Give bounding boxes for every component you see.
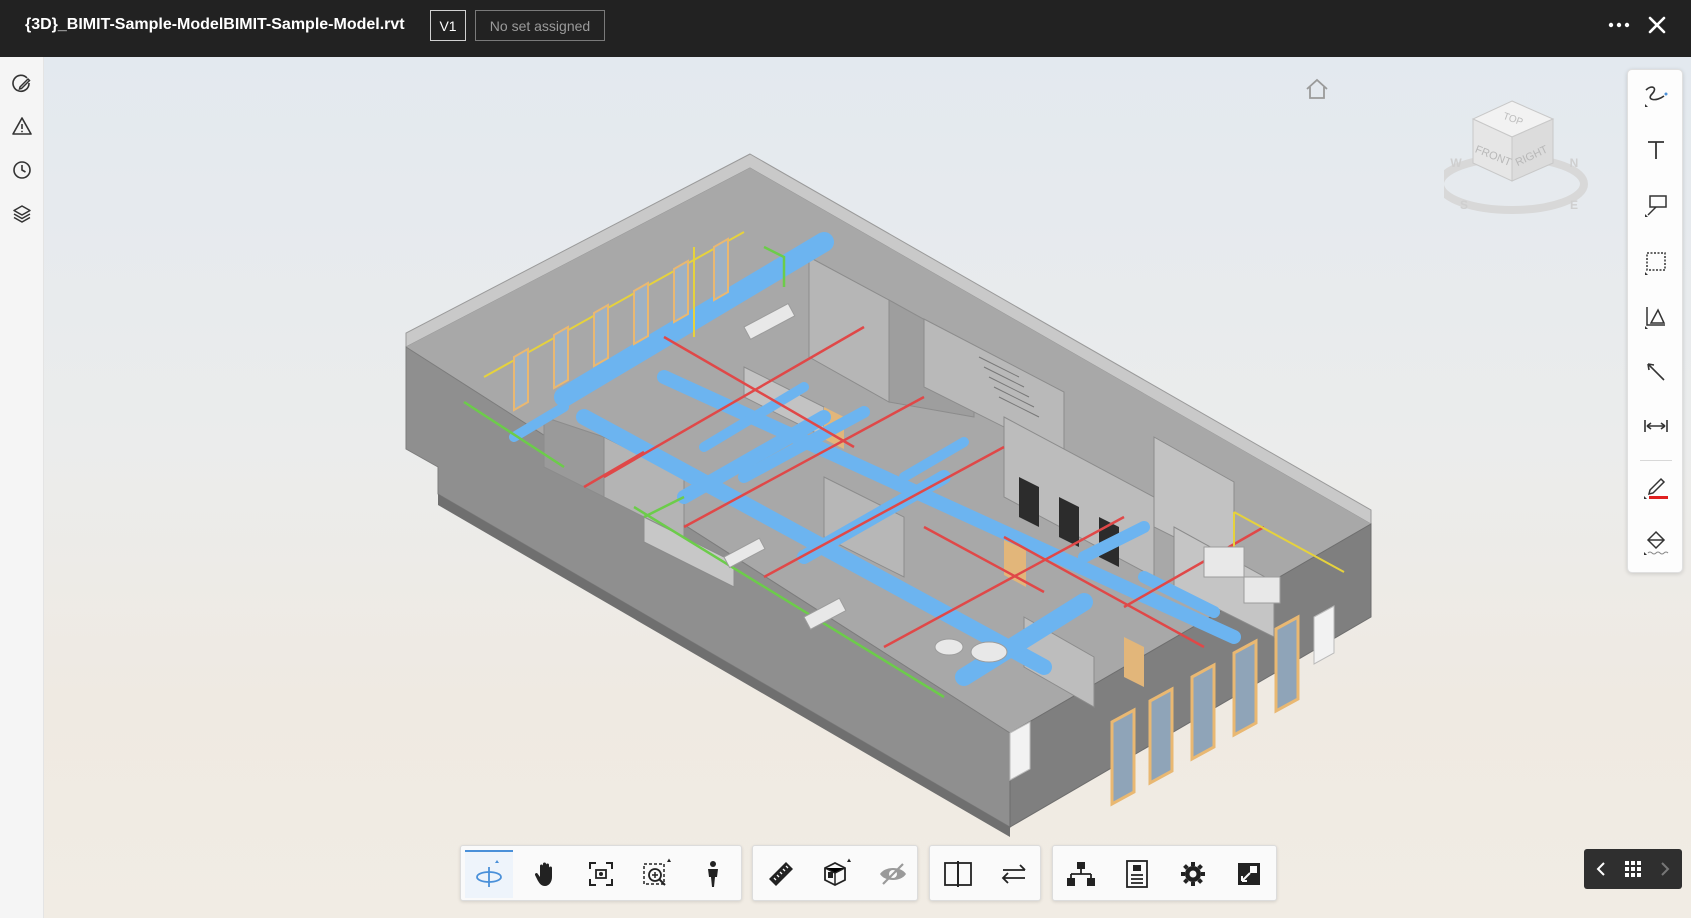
markup-divider [1640, 460, 1672, 461]
hide-objects-icon [880, 863, 906, 885]
sheet-navigator [1584, 849, 1682, 889]
split-view-icon [944, 861, 972, 887]
measure-icon [769, 862, 793, 886]
text-tool-button[interactable] [1638, 132, 1674, 168]
compass-south: S [1460, 198, 1468, 212]
fill-icon [1644, 530, 1669, 555]
zoom-window-icon [643, 858, 671, 886]
fill-button[interactable] [1638, 524, 1674, 560]
compare-button[interactable] [990, 850, 1038, 898]
dimension-icon [1644, 420, 1668, 432]
home-icon [1306, 78, 1328, 99]
orbit-icon [476, 860, 502, 887]
cloud-tool-button[interactable] [1638, 244, 1674, 280]
freehand-pen-icon [1645, 86, 1668, 107]
navigation-toolbar [460, 845, 742, 901]
properties-icon [1126, 860, 1148, 888]
view-cube[interactable]: TOP FRONT RIGHT N S E W [1444, 97, 1594, 217]
polygon-tool-button[interactable] [1638, 298, 1674, 334]
settings-toolbar [1052, 845, 1277, 901]
sheet-grid-button[interactable] [1618, 854, 1648, 884]
arrow-icon [1647, 363, 1665, 381]
markup-toolbar [1627, 69, 1683, 573]
pan-icon [534, 862, 552, 886]
model-viewport[interactable]: TOP FRONT RIGHT N S E W [44, 57, 1691, 918]
section-box-icon [824, 858, 851, 887]
compare-toolbar [929, 845, 1041, 901]
model-browser-button[interactable] [1057, 850, 1105, 898]
home-view-button[interactable] [1302, 75, 1332, 103]
cloud-icon [1645, 252, 1666, 275]
pan-button[interactable] [521, 850, 569, 898]
layers-icon [13, 205, 31, 223]
grid-icon [1625, 861, 1641, 877]
arrow-tool-button[interactable] [1638, 354, 1674, 390]
zoom-window-button[interactable] [633, 850, 681, 898]
previous-sheet-button[interactable] [1586, 854, 1616, 884]
freehand-tool-button[interactable] [1638, 78, 1674, 114]
first-person-button[interactable] [689, 850, 737, 898]
compass-west: W [1450, 156, 1462, 170]
dimension-tool-button[interactable] [1638, 408, 1674, 444]
callout-tool-button[interactable] [1638, 188, 1674, 224]
fit-to-view-button[interactable] [577, 850, 625, 898]
document-title: {3D}_BIMIT-Sample-ModelBIMIT-Sample-Mode… [25, 16, 405, 33]
close-button[interactable] [1644, 12, 1670, 38]
text-icon [1648, 141, 1664, 159]
compare-arrows-icon [1001, 864, 1026, 884]
hide-objects-button[interactable] [869, 850, 917, 898]
settings-gear-icon [1181, 862, 1205, 886]
markup-edit-button[interactable] [9, 71, 35, 97]
orbit-button[interactable] [465, 850, 513, 898]
chevron-right-icon [1661, 862, 1670, 876]
stroke-color-icon [1644, 477, 1668, 499]
measure-toolbar [752, 845, 918, 901]
settings-button[interactable] [1169, 850, 1217, 898]
measure-button[interactable] [757, 850, 805, 898]
markup-edit-icon [12, 74, 31, 93]
fullscreen-icon [1238, 863, 1260, 885]
close-icon [1648, 16, 1666, 34]
chevron-left-icon [1596, 862, 1605, 876]
set-assignment-button[interactable]: No set assigned [475, 10, 605, 41]
properties-button[interactable] [1113, 850, 1161, 898]
first-person-icon [708, 861, 718, 887]
model-browser-icon [1067, 862, 1095, 886]
history-clock-icon [13, 161, 31, 179]
left-rail [0, 57, 44, 918]
section-box-button[interactable] [813, 850, 861, 898]
compass-east: E [1570, 198, 1578, 212]
fullscreen-button[interactable] [1225, 850, 1273, 898]
stroke-color-button[interactable] [1638, 468, 1674, 504]
version-badge[interactable]: V1 [430, 10, 466, 41]
split-view-button[interactable] [934, 850, 982, 898]
warning-icon [12, 117, 32, 135]
next-sheet-button[interactable] [1650, 854, 1680, 884]
top-bar: {3D}_BIMIT-Sample-ModelBIMIT-Sample-Mode… [0, 0, 1691, 57]
compass-north: N [1570, 156, 1579, 170]
history-button[interactable] [9, 157, 35, 183]
callout-icon [1645, 195, 1667, 217]
more-horizontal-icon [1608, 22, 1630, 28]
more-options-button[interactable] [1604, 14, 1634, 36]
fit-to-view-icon [589, 862, 613, 886]
layers-button[interactable] [9, 201, 35, 227]
polygon-icon [1645, 307, 1666, 329]
issues-button[interactable] [9, 113, 35, 139]
